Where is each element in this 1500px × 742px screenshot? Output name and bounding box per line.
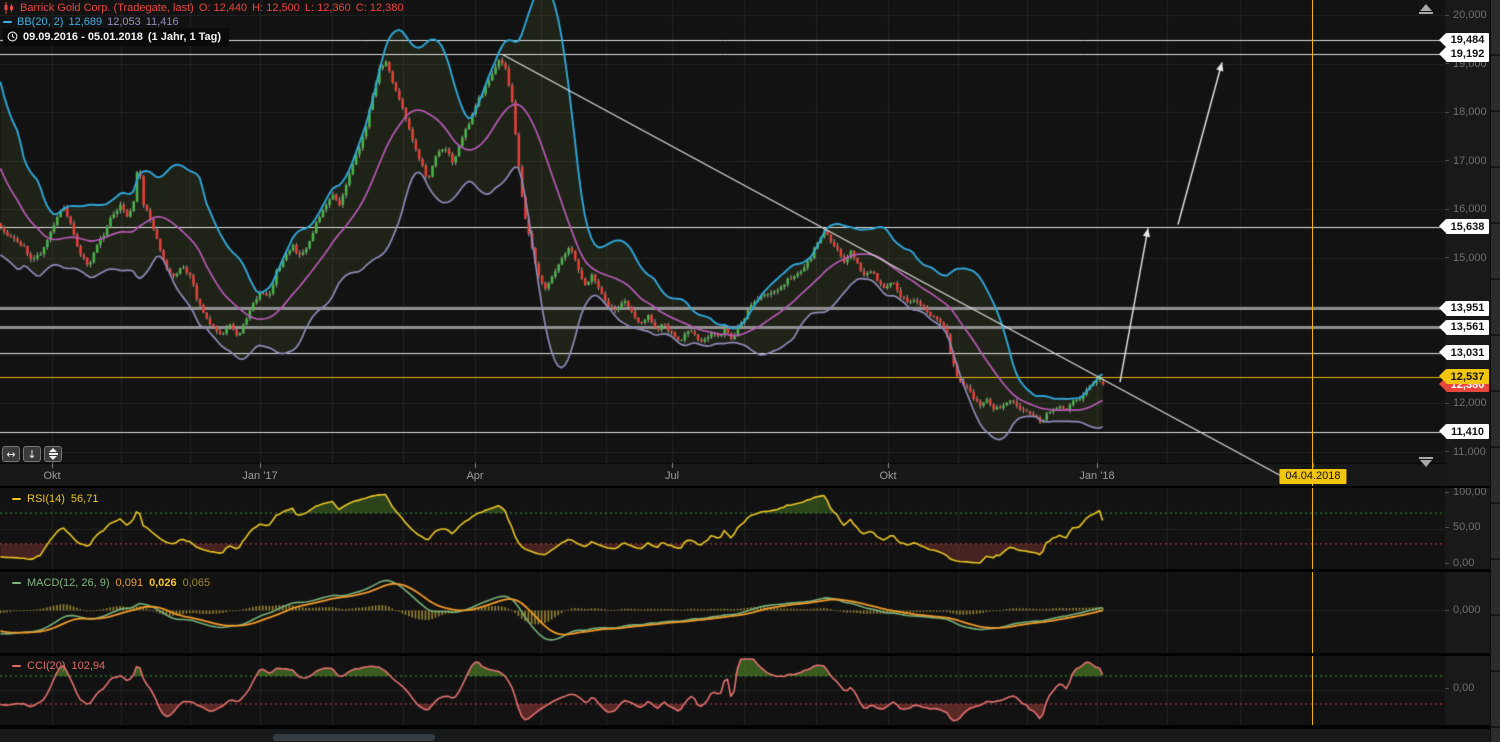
macd-dash-icon: [12, 582, 21, 584]
time-axis-label: Okt: [43, 470, 60, 482]
badge-arrow-tip: [1439, 320, 1446, 334]
price-line-badge[interactable]: 13,951: [1446, 301, 1489, 316]
scroll-up-button[interactable]: [1416, 4, 1436, 15]
cci-label: CCI(20): [27, 660, 66, 672]
rsi-pane-canvas[interactable]: [0, 488, 1445, 569]
pane-separator[interactable]: [0, 569, 1490, 572]
scrollbar-thumb[interactable]: [273, 734, 435, 741]
triangle-up-icon: [1420, 4, 1432, 11]
macd-value-1: 0,091: [116, 577, 144, 589]
price-tick-label: 11,000: [1445, 445, 1490, 459]
badge-arrow-tip: [1439, 33, 1446, 47]
right-resize-strip[interactable]: [1490, 0, 1500, 742]
price-line-badge[interactable]: 12,537: [1446, 369, 1489, 384]
price-tick-label: 17,000: [1445, 154, 1490, 168]
price-tick-label: 16,000: [1445, 202, 1490, 216]
time-axis-label: Apr: [466, 470, 483, 482]
macd-value-3: 0,065: [183, 577, 211, 589]
clock-icon: [7, 31, 18, 42]
rsi-value: 56,71: [71, 493, 99, 505]
date-range-period: (1 Jahr, 1 Tag): [148, 30, 221, 44]
main-price-chart-canvas[interactable]: [0, 0, 1445, 488]
triangle-down-icon: [1420, 460, 1432, 467]
price-tick-label: 20,000: [1445, 8, 1490, 22]
indicator-axis-label: 50,00: [1445, 520, 1490, 534]
instrument-name[interactable]: Barrick Gold Corp. (Tradegate, last): [20, 1, 194, 15]
bollinger-upper-value: 12,689: [68, 15, 102, 29]
badge-arrow-tip: [1439, 424, 1446, 438]
badge-arrow-tip: [1439, 301, 1446, 315]
bollinger-middle-value: 12,053: [107, 15, 141, 29]
scroll-horizontal-button[interactable]: ↔: [2, 446, 20, 462]
price-axis[interactable]: 20,00019,00018,00017,00016,00015,00012,0…: [1445, 0, 1490, 727]
chart-legend: Barrick Gold Corp. (Tradegate, last) O: …: [3, 1, 404, 43]
date-range-badge[interactable]: 09.09.2016 - 05.01.2018 (1 Jahr, 1 Tag): [3, 28, 229, 46]
macd-label: MACD(12, 26, 9): [27, 577, 110, 589]
time-axis-label: Okt: [879, 470, 896, 482]
pane-separator[interactable]: [0, 653, 1490, 656]
time-axis-label: Jan '17: [242, 470, 277, 482]
ohlc-low: L: 12,360: [305, 1, 351, 15]
scroll-down-button[interactable]: ↓: [23, 446, 41, 462]
price-tick-label: 15,000: [1445, 251, 1490, 265]
price-line-badge[interactable]: 15,638: [1446, 219, 1489, 234]
bar-icon: [1419, 12, 1433, 14]
date-range-text: 09.09.2016 - 05.01.2018: [23, 30, 143, 44]
time-axis-label: Jul: [665, 470, 679, 482]
price-line-badge[interactable]: 11,410: [1446, 424, 1489, 439]
scroll-down-axis-button[interactable]: [1416, 456, 1436, 467]
rsi-label: RSI(14): [27, 493, 65, 505]
badge-arrow-tip: [1439, 219, 1446, 233]
macd-legend-row[interactable]: MACD(12, 26, 9) 0,091 0,026 0,065: [12, 577, 210, 589]
bollinger-label: BB(20, 2): [17, 15, 63, 29]
indicator-axis-label: 0,000: [1445, 603, 1490, 617]
auto-fit-icon: [49, 448, 58, 460]
bollinger-dash-icon: [3, 21, 12, 23]
forecast-date-vertical-line[interactable]: [1312, 0, 1313, 727]
horizontal-scrollbar[interactable]: [0, 727, 1490, 742]
candlestick-icon: [3, 2, 15, 14]
indicator-axis-label: 0,00: [1445, 681, 1490, 695]
badge-arrow-tip: [1439, 47, 1446, 61]
indicator-axis-label: 0,00: [1445, 556, 1490, 570]
cci-pane-canvas[interactable]: [0, 656, 1445, 725]
price-tick-label: 12,000: [1445, 396, 1490, 410]
badge-arrow-tip: [1439, 369, 1446, 383]
cci-value: 102,94: [72, 660, 106, 672]
macd-pane-canvas[interactable]: [0, 572, 1445, 653]
rsi-dash-icon: [12, 498, 21, 500]
trading-chart-window: Barrick Gold Corp. (Tradegate, last) O: …: [0, 0, 1500, 742]
forecast-date-badge[interactable]: 04.04.2018: [1279, 469, 1346, 484]
price-line-badge[interactable]: 13,561: [1446, 320, 1489, 335]
ohlc-open: O: 12,440: [199, 1, 247, 15]
pane-separator[interactable]: [0, 486, 1490, 488]
price-line-badge[interactable]: 13,031: [1446, 345, 1489, 360]
cci-legend-row[interactable]: CCI(20) 102,94: [12, 660, 105, 672]
ohlc-close: C: 12,380: [356, 1, 404, 15]
badge-arrow-tip: [1439, 345, 1446, 359]
price-line-badge[interactable]: 19,484: [1446, 33, 1489, 48]
macd-value-2: 0,026: [149, 577, 177, 589]
bollinger-lower-value: 11,416: [146, 15, 179, 29]
rsi-legend-row[interactable]: RSI(14) 56,71: [12, 493, 98, 505]
auto-fit-button[interactable]: [44, 446, 62, 462]
price-tick-label: 18,000: [1445, 105, 1490, 119]
price-line-badge[interactable]: 19,192: [1446, 47, 1489, 62]
instrument-title-row[interactable]: Barrick Gold Corp. (Tradegate, last) O: …: [3, 1, 404, 15]
ohlc-high: H: 12,500: [252, 1, 300, 15]
cci-dash-icon: [12, 665, 21, 667]
time-axis-label: Jan '18: [1079, 470, 1114, 482]
chart-bottom-toolbar: ↔ ↓: [2, 446, 62, 462]
bollinger-legend-row[interactable]: BB(20, 2) 12,689 12,053 11,416: [3, 15, 404, 29]
bar-icon: [1419, 457, 1433, 459]
